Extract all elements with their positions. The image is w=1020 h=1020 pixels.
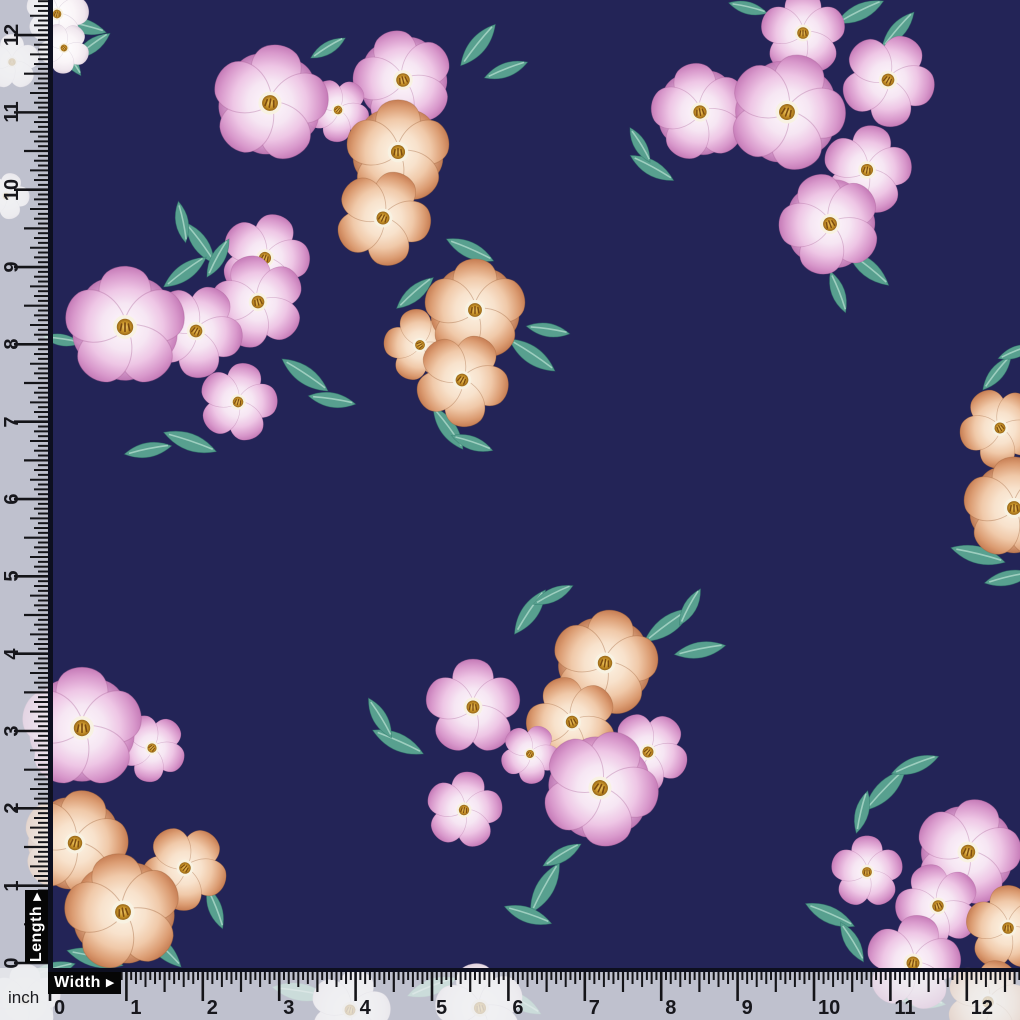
leaf	[482, 56, 530, 85]
leaf	[369, 723, 427, 762]
ruler-number: 8	[665, 997, 676, 1020]
ruler-number: 10	[0, 173, 24, 207]
leaf	[502, 899, 554, 930]
leaf	[983, 566, 1020, 590]
horizontal-ruler-ticks	[0, 968, 1020, 1020]
leaf	[307, 389, 357, 412]
ruler-number: 9	[0, 250, 24, 284]
horizontal-ruler: 0123456789101112	[0, 968, 1020, 1020]
length-axis-badge: Length ▶	[25, 890, 48, 963]
width-axis-badge: Width ▶	[48, 972, 121, 994]
unit-label: inch	[8, 988, 39, 1008]
ruler-number: 3	[0, 714, 24, 748]
ruler-number: 8	[0, 327, 24, 361]
ruler-number: 3	[283, 997, 294, 1020]
vertical-ruler: 0123456789101112	[0, 0, 53, 1020]
ruler-number: 11	[894, 997, 915, 1020]
ruler-number: 7	[589, 997, 600, 1020]
ruler-number: 12	[0, 18, 24, 52]
leaf	[123, 439, 173, 462]
ruler-number: 5	[0, 559, 24, 593]
cluster-center-bottom	[363, 580, 727, 931]
ruler-number: 0	[54, 997, 65, 1020]
ruler-number: 2	[207, 997, 218, 1020]
fabric-swatch-photo: 0123456789101112 0123456789101112 Length…	[0, 0, 1020, 1020]
floral-fabric-print	[0, 0, 1020, 1020]
cluster-mid-peach	[367, 245, 571, 457]
ruler-number: 4	[360, 997, 371, 1020]
flower-pink	[416, 765, 512, 857]
ruler-edge-line	[48, 0, 53, 968]
cluster-upper-right	[625, 0, 956, 315]
ruler-number: 7	[0, 405, 24, 439]
leaf	[525, 320, 571, 341]
cluster-right-edge	[942, 340, 1020, 590]
flower-pink	[828, 836, 906, 911]
ruler-number: 10	[818, 997, 840, 1020]
ruler-number: 11	[0, 95, 24, 129]
leaf	[159, 251, 211, 294]
ruler-number: 5	[436, 997, 447, 1020]
ruler-number: 1	[0, 869, 24, 903]
ruler-number: 4	[0, 637, 24, 671]
leaf	[727, 0, 769, 19]
leaf	[540, 838, 585, 871]
ruler-edge-line	[48, 968, 1020, 972]
leaf	[824, 269, 851, 315]
length-axis-label: Length	[28, 905, 46, 961]
ruler-number: 1	[130, 997, 141, 1020]
leaf	[454, 19, 501, 71]
width-axis-label: Width	[54, 974, 101, 992]
ruler-number: 6	[0, 482, 24, 516]
cluster-mid-left	[42, 236, 357, 462]
ruler-number: 2	[0, 791, 24, 825]
leaf	[308, 33, 349, 63]
arrow-right-icon: ▶	[106, 978, 115, 989]
ruler-number: 9	[742, 997, 753, 1020]
ruler-number: 6	[512, 997, 523, 1020]
leaf	[277, 352, 333, 398]
arrow-up-icon: ▶	[31, 891, 42, 900]
leaf	[673, 638, 727, 662]
leaf	[627, 149, 678, 187]
ruler-number: 12	[971, 997, 993, 1020]
